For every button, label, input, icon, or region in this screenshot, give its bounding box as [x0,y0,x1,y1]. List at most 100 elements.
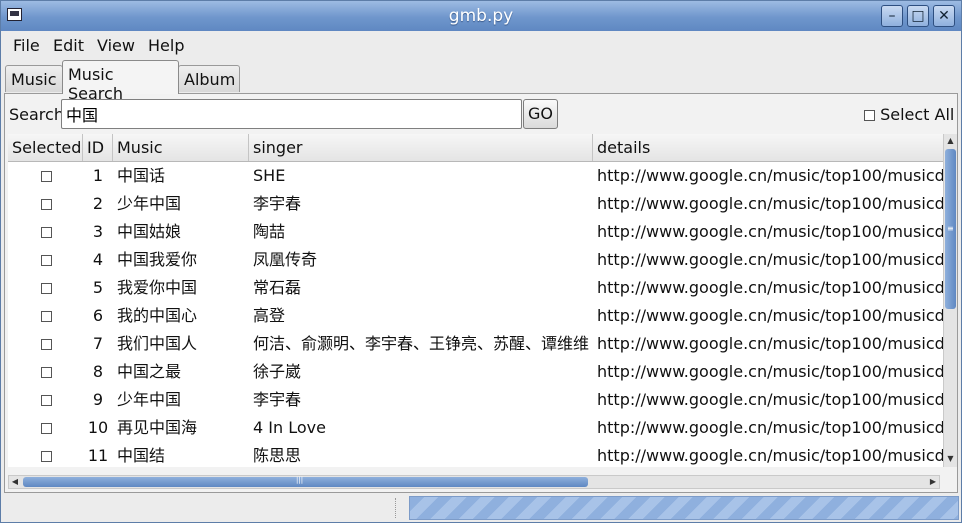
scroll-right-arrow-icon[interactable]: ▶ [927,476,939,488]
row-id: 8 [92,362,104,381]
row-music: 中国话 [117,166,166,185]
table-row[interactable]: 8 中国之最 徐子崴 http://www.google.cn/music/top10… [8,358,943,386]
row-select-checkbox[interactable] [41,442,55,467]
column-header-selected[interactable]: Selected [8,134,83,161]
scroll-up-arrow-icon[interactable]: ▲ [945,134,956,147]
row-details: http://www.google.cn/music/top100/musicd [597,390,943,409]
row-music: 中国之最 [117,362,182,381]
table-row[interactable]: 6 我的中国心 高登 http://www.google.cn/music/top10… [8,302,943,330]
app-window: gmb.py – □ ✕ File Edit View Help Music M… [0,0,962,523]
row-select-box[interactable] [41,283,52,294]
music-search-panel: Search GO Select All Selected ID Music s… [4,93,958,493]
row-details: http://www.google.cn/music/top100/musicd [597,278,943,297]
row-singer: 李宇春 [253,194,302,213]
search-input[interactable] [61,99,522,129]
row-id: 3 [92,222,104,241]
row-select-checkbox[interactable] [41,414,55,442]
row-id: 4 [92,250,104,269]
column-header-music[interactable]: Music [113,134,249,161]
row-singer: 凤凰传奇 [253,250,318,269]
scroll-grip-icon: ≡ [947,224,954,233]
row-select-box[interactable] [41,171,52,182]
table-row[interactable]: 11 中国结 陈思思 http://www.google.cn/music/top10… [8,442,943,467]
row-id: 7 [92,334,104,353]
row-singer: 常石磊 [253,278,302,297]
row-id: 5 [92,278,104,297]
table-row[interactable]: 1 中国话 SHE http://www.google.cn/music/top100… [8,162,943,190]
row-select-box[interactable] [41,423,52,434]
vertical-scrollbar[interactable]: ▲ ≡ ▼ [943,134,957,467]
tab-music[interactable]: Music [5,65,63,92]
row-select-box[interactable] [41,339,52,350]
go-button[interactable]: GO [523,99,558,129]
row-select-box[interactable] [41,367,52,378]
row-id: 2 [92,194,104,213]
row-select-box[interactable] [41,199,52,210]
minimize-button[interactable]: – [881,5,903,27]
tab-album[interactable]: Album [178,65,240,92]
row-select-checkbox[interactable] [41,274,55,302]
row-select-box[interactable] [41,395,52,406]
row-select-checkbox[interactable] [41,190,55,218]
table-header: Selected ID Music singer details [8,134,943,162]
row-select-checkbox[interactable] [41,358,55,386]
table-row[interactable]: 9 少年中国 李宇春 http://www.google.cn/music/top10… [8,386,943,414]
menu-file[interactable]: File [13,36,40,55]
row-singer: 何洁、俞灏明、李宇春、王铮亮、苏醒、谭维维 [253,334,590,353]
table-row[interactable]: 5 我爱你中国 常石磊 http://www.google.cn/music/top1… [8,274,943,302]
row-singer: 陶喆 [253,222,286,241]
activity-progress-bar [409,496,959,520]
row-details: http://www.google.cn/music/top100/musicd [597,166,943,185]
row-singer: 徐子崴 [253,362,302,381]
row-select-box[interactable] [41,451,52,462]
table-row[interactable]: 7 我们中国人 何洁、俞灏明、李宇春、王铮亮、苏醒、谭维维 http://www.go… [8,330,943,358]
scroll-left-arrow-icon[interactable]: ◀ [9,476,21,488]
select-all-box[interactable] [864,110,875,121]
table-row[interactable]: 3 中国姑娘 陶喆 http://www.google.cn/music/top100… [8,218,943,246]
row-select-checkbox[interactable] [41,218,55,246]
menu-help[interactable]: Help [148,36,184,55]
close-button[interactable]: ✕ [933,5,955,27]
row-music: 再见中国海 [117,418,198,437]
vertical-scroll-thumb[interactable]: ≡ [945,149,956,309]
row-singer: 李宇春 [253,390,302,409]
horizontal-scrollbar[interactable]: ◀ ||| ▶ [8,475,940,489]
row-details: http://www.google.cn/music/top100/musicd [597,334,943,353]
scroll-down-arrow-icon[interactable]: ▼ [945,452,956,465]
row-select-checkbox[interactable] [41,246,55,274]
maximize-button[interactable]: □ [907,5,929,27]
tab-music-search[interactable]: Music Search [62,60,179,103]
table-row[interactable]: 10 再见中国海 4 In Love http://www.google.cn/mus… [8,414,943,442]
row-select-checkbox[interactable] [41,302,55,330]
row-music: 我们中国人 [117,334,198,353]
title-bar[interactable]: gmb.py – □ ✕ [1,1,961,31]
table-row[interactable]: 4 中国我爱你 凤凰传奇 http://www.google.cn/music/top… [8,246,943,274]
menu-view[interactable]: View [97,36,135,55]
row-details: http://www.google.cn/music/top100/musicd [597,306,943,325]
row-singer: 陈思思 [253,446,302,465]
row-singer: 4 In Love [253,418,326,437]
row-id: 6 [92,306,104,325]
column-header-id[interactable]: ID [83,134,113,161]
row-select-checkbox[interactable] [41,386,55,414]
row-music: 我的中国心 [117,306,198,325]
row-music: 少年中国 [117,390,182,409]
row-singer: SHE [253,166,286,185]
column-header-singer[interactable]: singer [249,134,593,161]
row-singer: 高登 [253,306,286,325]
table-row[interactable]: 2 少年中国 李宇春 http://www.google.cn/music/top10… [8,190,943,218]
hscroll-grip-icon: ||| [296,476,304,484]
status-bar [1,493,961,522]
column-header-details[interactable]: details [593,134,943,161]
menu-edit[interactable]: Edit [53,36,84,55]
row-id: 10 [87,418,109,437]
row-select-checkbox[interactable] [41,330,55,358]
row-select-box[interactable] [41,227,52,238]
row-select-box[interactable] [41,255,52,266]
row-details: http://www.google.cn/music/top100/musicd [597,250,943,269]
row-music: 中国姑娘 [117,222,182,241]
horizontal-scroll-thumb[interactable]: ||| [23,476,588,487]
row-select-box[interactable] [41,311,52,322]
select-all-checkbox[interactable]: Select All [864,105,954,124]
row-select-checkbox[interactable] [41,162,55,190]
